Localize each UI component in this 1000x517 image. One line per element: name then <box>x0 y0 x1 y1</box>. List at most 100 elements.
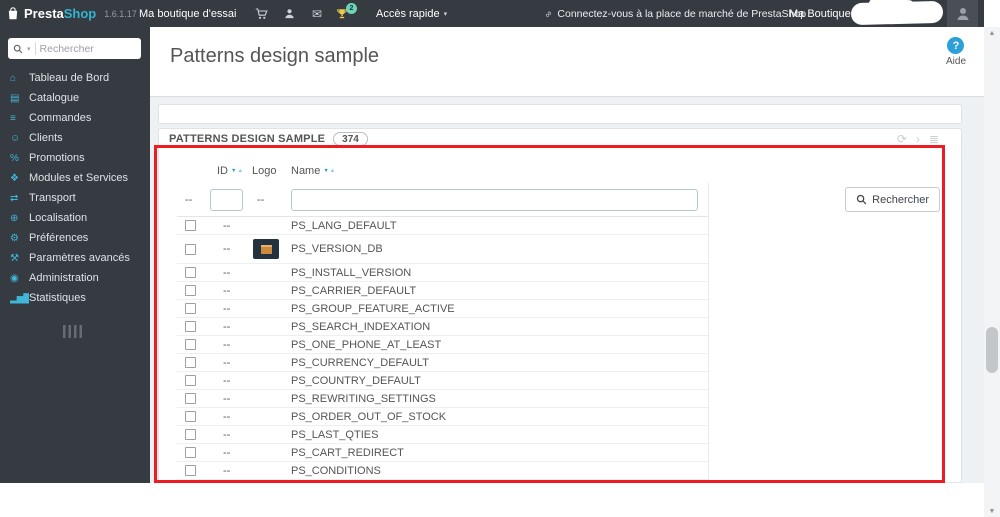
stack-icon[interactable]: ≣ <box>929 132 939 146</box>
chevron-right-icon[interactable]: › <box>916 132 920 146</box>
sidebar-menu-item[interactable]: ⇄ Transport <box>0 188 150 208</box>
column-header-name[interactable]: Name ▼ ▲ <box>291 165 709 177</box>
sidebar-item-label: Transport <box>29 192 76 204</box>
prestashop-logo[interactable]: PrestaShop 1.6.1.17 <box>7 0 137 27</box>
row-checkbox[interactable] <box>185 220 196 231</box>
row-name[interactable]: PS_REWRITING_SETTINGS <box>291 393 708 405</box>
row-id: -- <box>223 219 231 232</box>
row-checkbox[interactable] <box>185 393 196 404</box>
row-name[interactable]: PS_SEARCH_INDEXATION <box>291 321 708 333</box>
prestashop-admin-app: PrestaShop 1.6.1.17 Ma boutique d'essai … <box>0 0 1000 517</box>
sort-asc-icon[interactable]: ▲ <box>330 168 335 174</box>
column-header-id[interactable]: ID ▼ ▲ <box>207 165 247 177</box>
cart-icon[interactable] <box>255 0 268 27</box>
row-checkbox[interactable] <box>185 243 196 255</box>
sidebar-menu-item[interactable]: ⊕ Localisation <box>0 208 150 228</box>
row-checkbox[interactable] <box>185 465 196 476</box>
row-id: -- <box>223 302 231 315</box>
filter-placeholder: -- <box>257 193 265 206</box>
sidebar-search-box[interactable]: ▾ <box>8 38 141 59</box>
sort-asc-icon[interactable]: ▲ <box>237 168 242 174</box>
row-id: -- <box>223 320 231 333</box>
row-logo-image <box>253 239 279 259</box>
vertical-scrollbar[interactable]: ▲ ▼ <box>984 27 1000 517</box>
customer-icon[interactable] <box>284 0 295 27</box>
row-checkbox[interactable] <box>185 303 196 314</box>
sidebar-menu-item[interactable]: ❖ Modules et Services <box>0 168 150 188</box>
sort-desc-icon[interactable]: ▼ <box>231 168 236 174</box>
search-icon <box>13 44 23 53</box>
menu-collapse-button[interactable] <box>63 325 84 338</box>
search-scope-caret-icon[interactable]: ▾ <box>27 45 31 53</box>
row-name[interactable]: PS_VERSION_DB <box>291 243 708 255</box>
table-body: -- PS_LANG_DEFAULT -- PS_VERSION_DB -- P… <box>177 217 708 480</box>
scroll-down-arrow-icon[interactable]: ▼ <box>984 505 1000 517</box>
row-checkbox[interactable] <box>185 285 196 296</box>
notification-badge[interactable]: 2 <box>346 3 357 14</box>
trophy-icon[interactable] <box>336 0 348 27</box>
row-id: -- <box>223 446 231 459</box>
sidebar-item-label: Statistiques <box>29 292 86 304</box>
row-checkbox[interactable] <box>185 267 196 278</box>
table-row: -- PS_COUNTRY_DEFAULT <box>177 372 708 390</box>
table-row: -- PS_VERSION_DB <box>177 235 708 264</box>
sort-controls: ▼ ▲ <box>323 168 335 174</box>
user-avatar[interactable] <box>947 0 978 27</box>
row-checkbox[interactable] <box>185 321 196 332</box>
sort-desc-icon[interactable]: ▼ <box>323 168 328 174</box>
sidebar-item-icon: ☺ <box>10 132 20 144</box>
sidebar-item-icon: ▤ <box>10 92 19 104</box>
row-name[interactable]: PS_ONE_PHONE_AT_LEAST <box>291 339 708 351</box>
top-bar: PrestaShop 1.6.1.17 Ma boutique d'essai … <box>0 0 984 27</box>
sidebar-menu-item[interactable]: ◉ Administration <box>0 268 150 288</box>
row-id: -- <box>223 374 231 387</box>
table-header-row: ID ▼ ▲ Logo Name ▼ ▲ <box>177 149 709 183</box>
sidebar-search-input[interactable] <box>39 42 136 55</box>
row-name[interactable]: PS_INSTALL_VERSION <box>291 267 708 279</box>
row-checkbox[interactable] <box>185 447 196 458</box>
shop-name-link[interactable]: Ma boutique d'essai <box>139 0 237 27</box>
empty-toolbar <box>158 104 962 124</box>
row-checkbox[interactable] <box>185 339 196 350</box>
row-checkbox[interactable] <box>185 429 196 440</box>
sidebar-menu-item[interactable]: ⚙ Préférences <box>0 228 150 248</box>
row-checkbox[interactable] <box>185 375 196 386</box>
row-name[interactable]: PS_CONDITIONS <box>291 465 708 477</box>
sidebar-menu-item[interactable]: ≡ Commandes <box>0 108 150 128</box>
marketplace-link[interactable]: ∞ Connectez-vous à la place de marché de… <box>542 0 806 27</box>
sidebar-menu-item[interactable]: ☺ Clients <box>0 128 150 148</box>
sidebar-menu-item[interactable]: ▂▅▇ Statistiques <box>0 288 150 308</box>
help-button[interactable]: ? Aide <box>946 37 966 67</box>
row-name[interactable]: PS_GROUP_FEATURE_ACTIVE <box>291 303 708 315</box>
search-button[interactable]: Rechercher <box>845 187 940 212</box>
table-row: -- PS_ONE_PHONE_AT_LEAST <box>177 336 708 354</box>
row-checkbox[interactable] <box>185 357 196 368</box>
row-name[interactable]: PS_CART_REDIRECT <box>291 447 708 459</box>
sidebar-menu-item[interactable]: ▤ Catalogue <box>0 88 150 108</box>
row-name[interactable]: PS_LANG_DEFAULT <box>291 220 708 232</box>
messages-icon[interactable]: ✉ <box>312 0 322 27</box>
row-name[interactable]: PS_COUNTRY_DEFAULT <box>291 375 708 387</box>
filter-placeholder: -- <box>185 193 193 206</box>
name-filter-input[interactable] <box>291 188 698 211</box>
refresh-icon[interactable]: ⟳ <box>897 132 907 146</box>
row-name[interactable]: PS_CARRIER_DEFAULT <box>291 285 708 297</box>
scrollbar-thumb[interactable] <box>986 327 998 373</box>
sidebar-item-icon: ⌂ <box>10 72 16 84</box>
id-filter-input[interactable] <box>210 188 243 211</box>
row-name[interactable]: PS_ORDER_OUT_OF_STOCK <box>291 411 708 423</box>
sidebar-menu-item[interactable]: ⚒ Paramètres avancés <box>0 248 150 268</box>
sidebar-item-icon: ❖ <box>10 172 19 184</box>
row-name[interactable]: PS_CURRENCY_DEFAULT <box>291 357 708 369</box>
sidebar-menu-item[interactable]: % Promotions <box>0 148 150 168</box>
sidebar-menu-item[interactable]: ⌂ Tableau de Bord <box>0 68 150 88</box>
row-checkbox[interactable] <box>185 411 196 422</box>
scroll-up-arrow-icon[interactable]: ▲ <box>984 27 1000 39</box>
sidebar-item-icon: ▂▅▇ <box>10 292 29 304</box>
search-divider <box>34 42 36 55</box>
sidebar-item-label: Clients <box>29 132 63 144</box>
row-name[interactable]: PS_LAST_QTIES <box>291 429 708 441</box>
my-shop-link[interactable]: Ma Boutique <box>789 0 851 27</box>
quick-access-dropdown[interactable]: Accès rapide ▾ <box>376 0 447 27</box>
help-icon: ? <box>947 37 965 54</box>
